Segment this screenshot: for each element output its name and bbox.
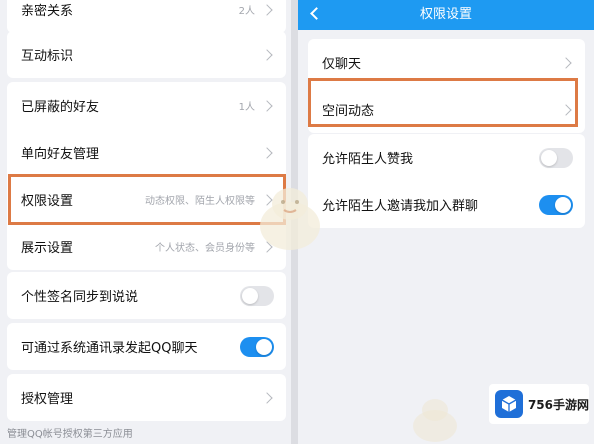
- chevron-right-icon: [261, 48, 273, 61]
- intimate-relations-count: 2人: [238, 6, 255, 17]
- allow-stranger-invite-toggle[interactable]: [539, 194, 573, 215]
- signature-sync-label: 个性签名同步到说说: [21, 290, 139, 305]
- signature-sync-item: 个性签名同步到说说: [7, 272, 286, 319]
- intimate-relations-item[interactable]: 亲密关系 2人: [7, 0, 286, 33]
- intimate-relations-card: 亲密关系 2人: [7, 0, 286, 33]
- space-feed-highlight: [308, 78, 578, 127]
- watermark-mascot-icon: [260, 188, 320, 250]
- toggle-knob: [541, 149, 557, 166]
- watermark-mascot-small-icon: [413, 399, 457, 442]
- chevron-right-icon: [560, 56, 572, 69]
- contacts-chat-item: 可通过系统通讯录发起QQ聊天: [7, 323, 286, 370]
- chevron-right-icon: [261, 391, 273, 404]
- blocked-friends-label: 已屏蔽的好友: [21, 100, 100, 115]
- allow-stranger-like-toggle[interactable]: [539, 147, 573, 168]
- contacts-chat-label: 可通过系统通讯录发起QQ聊天: [21, 341, 198, 356]
- auth-management-item[interactable]: 授权管理: [7, 374, 286, 421]
- blocked-friends-item[interactable]: 已屏蔽的好友 1人: [7, 82, 286, 129]
- page-title: 权限设置: [419, 7, 472, 22]
- contacts-chat-toggle[interactable]: [240, 336, 274, 357]
- auth-management-label: 授权管理: [21, 392, 74, 407]
- site-watermark-text: 756手游网: [527, 397, 589, 412]
- chevron-right-icon: [261, 146, 273, 159]
- signature-sync-card: 个性签名同步到说说: [7, 272, 286, 319]
- chevron-right-icon: [261, 3, 273, 16]
- permission-settings-panel: 权限设置 仅聊天 空间动态 允许陌生人赞我 允许陌生人邀请我加入群聊: [298, 0, 594, 444]
- permission-settings-highlight: [8, 174, 286, 225]
- title-bar: 权限设置: [298, 0, 594, 30]
- contacts-chat-card: 可通过系统通讯录发起QQ聊天: [7, 323, 286, 370]
- toggle-knob: [555, 196, 571, 213]
- display-settings-label: 展示设置: [21, 241, 74, 256]
- intimate-relations-label: 亲密关系: [21, 4, 74, 19]
- interaction-mark-card: 互动标识: [7, 31, 286, 78]
- toggle-knob: [256, 338, 272, 355]
- site-watermark-logo: 756手游网: [489, 384, 589, 424]
- interaction-mark-label: 互动标识: [21, 49, 74, 64]
- allow-stranger-like-label: 允许陌生人赞我: [322, 152, 414, 167]
- one-way-friends-label: 单向好友管理: [21, 147, 100, 162]
- display-settings-summary: 个人状态、会员身份等: [155, 243, 255, 254]
- toggle-knob: [242, 287, 258, 304]
- allow-stranger-like-item: 允许陌生人赞我: [308, 134, 585, 181]
- allow-stranger-invite-label: 允许陌生人邀请我加入群聊: [322, 199, 479, 214]
- signature-sync-toggle[interactable]: [240, 285, 274, 306]
- blocked-friends-count: 1人: [238, 102, 255, 113]
- one-way-friends-item[interactable]: 单向好友管理: [7, 129, 286, 176]
- auth-footer-note: 管理QQ帐号授权第三方应用: [7, 429, 133, 440]
- auth-management-card: 授权管理: [7, 374, 286, 421]
- display-settings-item[interactable]: 展示设置 个人状态、会员身份等: [7, 223, 286, 270]
- chevron-right-icon: [261, 99, 273, 112]
- cube-logo-icon: [495, 390, 523, 418]
- stranger-permissions-card: 允许陌生人赞我 允许陌生人邀请我加入群聊: [308, 134, 585, 228]
- chat-only-label: 仅聊天: [322, 57, 362, 72]
- interaction-mark-item[interactable]: 互动标识: [7, 31, 286, 78]
- allow-stranger-invite-item: 允许陌生人邀请我加入群聊: [308, 181, 585, 228]
